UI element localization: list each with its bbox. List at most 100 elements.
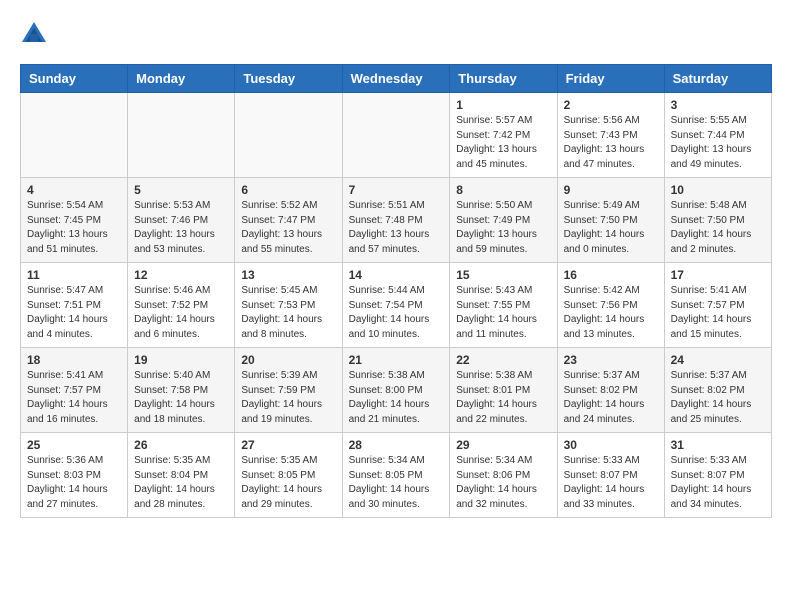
- cell-content: Sunrise: 5:50 AM Sunset: 7:49 PM Dayligh…: [456, 199, 550, 257]
- weekday-header-friday: Friday: [557, 65, 664, 93]
- calendar-cell: 8 Sunrise: 5:50 AM Sunset: 7:49 PM Daylig…: [450, 178, 557, 263]
- logo: [20, 20, 52, 48]
- day-number: 22: [456, 353, 550, 367]
- cell-content: Sunrise: 5:45 AM Sunset: 7:53 PM Dayligh…: [241, 284, 335, 342]
- day-number: 28: [349, 438, 444, 452]
- cell-content: Sunrise: 5:39 AM Sunset: 7:59 PM Dayligh…: [241, 369, 335, 427]
- cell-content: Sunrise: 5:38 AM Sunset: 8:00 PM Dayligh…: [349, 369, 444, 427]
- cell-content: Sunrise: 5:51 AM Sunset: 7:48 PM Dayligh…: [349, 199, 444, 257]
- calendar-cell: [342, 93, 450, 178]
- calendar-cell: 23 Sunrise: 5:37 AM Sunset: 8:02 PM Dayli…: [557, 348, 664, 433]
- cell-content: Sunrise: 5:49 AM Sunset: 7:50 PM Dayligh…: [564, 199, 658, 257]
- day-number: 31: [671, 438, 765, 452]
- day-number: 5: [134, 183, 228, 197]
- cell-content: Sunrise: 5:41 AM Sunset: 7:57 PM Dayligh…: [671, 284, 765, 342]
- calendar-cell: 1 Sunrise: 5:57 AM Sunset: 7:42 PM Daylig…: [450, 93, 557, 178]
- calendar-week-row: 4 Sunrise: 5:54 AM Sunset: 7:45 PM Daylig…: [21, 178, 772, 263]
- calendar-cell: 27 Sunrise: 5:35 AM Sunset: 8:05 PM Dayli…: [235, 433, 342, 518]
- page: SundayMondayTuesdayWednesdayThursdayFrid…: [0, 0, 792, 538]
- day-number: 20: [241, 353, 335, 367]
- calendar-cell: 7Sunrise: 5:51 AM Sunset: 7:48 PM Daylig…: [342, 178, 450, 263]
- calendar-cell: [128, 93, 235, 178]
- calendar-cell: 11 Sunrise: 5:47 AM Sunset: 7:51 PM Dayli…: [21, 263, 128, 348]
- calendar-week-row: 11 Sunrise: 5:47 AM Sunset: 7:51 PM Dayli…: [21, 263, 772, 348]
- day-number: 27: [241, 438, 335, 452]
- day-number: 11: [27, 268, 121, 282]
- cell-content: Sunrise: 5:40 AM Sunset: 7:58 PM Dayligh…: [134, 369, 228, 427]
- cell-content: Sunrise: 5:57 AM Sunset: 7:42 PM Dayligh…: [456, 114, 550, 172]
- calendar-cell: 6 Sunrise: 5:52 AM Sunset: 7:47 PM Daylig…: [235, 178, 342, 263]
- calendar-cell: 16 Sunrise: 5:42 AM Sunset: 7:56 PM Dayli…: [557, 263, 664, 348]
- weekday-header-saturday: Saturday: [664, 65, 771, 93]
- calendar-cell: 2Sunrise: 5:56 AM Sunset: 7:43 PM Daylig…: [557, 93, 664, 178]
- cell-content: Sunrise: 5:37 AM Sunset: 8:02 PM Dayligh…: [564, 369, 658, 427]
- cell-content: Sunrise: 5:36 AM Sunset: 8:03 PM Dayligh…: [27, 454, 121, 512]
- day-number: 21: [349, 353, 444, 367]
- calendar-cell: 10 Sunrise: 5:48 AM Sunset: 7:50 PM Dayli…: [664, 178, 771, 263]
- cell-content: Sunrise: 5:41 AM Sunset: 7:57 PM Dayligh…: [27, 369, 121, 427]
- day-number: 26: [134, 438, 228, 452]
- day-number: 24: [671, 353, 765, 367]
- day-number: 15: [456, 268, 550, 282]
- day-number: 23: [564, 353, 658, 367]
- day-number: 12: [134, 268, 228, 282]
- calendar-cell: 15 Sunrise: 5:43 AM Sunset: 7:55 PM Dayli…: [450, 263, 557, 348]
- weekday-header-monday: Monday: [128, 65, 235, 93]
- day-number: 18: [27, 353, 121, 367]
- day-number: 2: [564, 98, 658, 112]
- weekday-header-sunday: Sunday: [21, 65, 128, 93]
- day-number: 8: [456, 183, 550, 197]
- calendar-cell: 30 Sunrise: 5:33 AM Sunset: 8:07 PM Dayli…: [557, 433, 664, 518]
- cell-content: Sunrise: 5:43 AM Sunset: 7:55 PM Dayligh…: [456, 284, 550, 342]
- calendar-week-row: 1 Sunrise: 5:57 AM Sunset: 7:42 PM Daylig…: [21, 93, 772, 178]
- day-number: 9: [564, 183, 658, 197]
- cell-content: Sunrise: 5:44 AM Sunset: 7:54 PM Dayligh…: [349, 284, 444, 342]
- cell-content: Sunrise: 5:33 AM Sunset: 8:07 PM Dayligh…: [564, 454, 658, 512]
- calendar-cell: 22 Sunrise: 5:38 AM Sunset: 8:01 PM Dayli…: [450, 348, 557, 433]
- day-number: 10: [671, 183, 765, 197]
- cell-content: Sunrise: 5:47 AM Sunset: 7:51 PM Dayligh…: [27, 284, 121, 342]
- cell-content: Sunrise: 5:34 AM Sunset: 8:05 PM Dayligh…: [349, 454, 444, 512]
- day-number: 4: [27, 183, 121, 197]
- day-number: 25: [27, 438, 121, 452]
- weekday-header-thursday: Thursday: [450, 65, 557, 93]
- cell-content: Sunrise: 5:34 AM Sunset: 8:06 PM Dayligh…: [456, 454, 550, 512]
- day-number: 30: [564, 438, 658, 452]
- calendar-table: SundayMondayTuesdayWednesdayThursdayFrid…: [20, 64, 772, 518]
- cell-content: Sunrise: 5:35 AM Sunset: 8:04 PM Dayligh…: [134, 454, 228, 512]
- calendar-cell: 17 Sunrise: 5:41 AM Sunset: 7:57 PM Dayli…: [664, 263, 771, 348]
- day-number: 13: [241, 268, 335, 282]
- calendar-cell: 13 Sunrise: 5:45 AM Sunset: 7:53 PM Dayli…: [235, 263, 342, 348]
- weekday-header-tuesday: Tuesday: [235, 65, 342, 93]
- calendar-cell: 9 Sunrise: 5:49 AM Sunset: 7:50 PM Daylig…: [557, 178, 664, 263]
- calendar-cell: 29Sunrise: 5:34 AM Sunset: 8:06 PM Dayli…: [450, 433, 557, 518]
- calendar-header-row: SundayMondayTuesdayWednesdayThursdayFrid…: [21, 65, 772, 93]
- calendar-week-row: 18 Sunrise: 5:41 AM Sunset: 7:57 PM Dayli…: [21, 348, 772, 433]
- day-number: 19: [134, 353, 228, 367]
- day-number: 17: [671, 268, 765, 282]
- weekday-header-wednesday: Wednesday: [342, 65, 450, 93]
- cell-content: Sunrise: 5:35 AM Sunset: 8:05 PM Dayligh…: [241, 454, 335, 512]
- calendar-cell: 26 Sunrise: 5:35 AM Sunset: 8:04 PM Dayli…: [128, 433, 235, 518]
- header: [20, 20, 772, 48]
- cell-content: Sunrise: 5:46 AM Sunset: 7:52 PM Dayligh…: [134, 284, 228, 342]
- cell-content: Sunrise: 5:42 AM Sunset: 7:56 PM Dayligh…: [564, 284, 658, 342]
- day-number: 14: [349, 268, 444, 282]
- cell-content: Sunrise: 5:33 AM Sunset: 8:07 PM Dayligh…: [671, 454, 765, 512]
- day-number: 16: [564, 268, 658, 282]
- calendar-cell: 18 Sunrise: 5:41 AM Sunset: 7:57 PM Dayli…: [21, 348, 128, 433]
- calendar-cell: 5 Sunrise: 5:53 AM Sunset: 7:46 PM Daylig…: [128, 178, 235, 263]
- cell-content: Sunrise: 5:55 AM Sunset: 7:44 PM Dayligh…: [671, 114, 765, 172]
- calendar-cell: 14 Sunrise: 5:44 AM Sunset: 7:54 PM Dayli…: [342, 263, 450, 348]
- day-number: 3: [671, 98, 765, 112]
- cell-content: Sunrise: 5:53 AM Sunset: 7:46 PM Dayligh…: [134, 199, 228, 257]
- cell-content: Sunrise: 5:54 AM Sunset: 7:45 PM Dayligh…: [27, 199, 121, 257]
- day-number: 1: [456, 98, 550, 112]
- cell-content: Sunrise: 5:38 AM Sunset: 8:01 PM Dayligh…: [456, 369, 550, 427]
- calendar-cell: 25 Sunrise: 5:36 AM Sunset: 8:03 PM Dayli…: [21, 433, 128, 518]
- cell-content: Sunrise: 5:52 AM Sunset: 7:47 PM Dayligh…: [241, 199, 335, 257]
- day-number: 6: [241, 183, 335, 197]
- calendar-cell: 4 Sunrise: 5:54 AM Sunset: 7:45 PM Daylig…: [21, 178, 128, 263]
- cell-content: Sunrise: 5:37 AM Sunset: 8:02 PM Dayligh…: [671, 369, 765, 427]
- cell-content: Sunrise: 5:48 AM Sunset: 7:50 PM Dayligh…: [671, 199, 765, 257]
